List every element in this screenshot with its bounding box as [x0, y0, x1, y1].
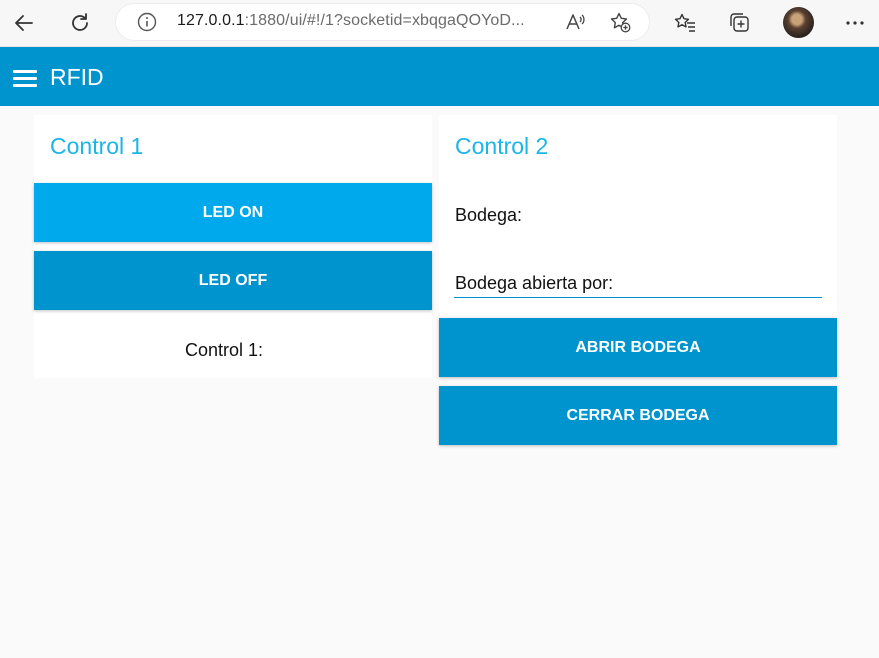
info-icon[interactable]: [137, 12, 157, 32]
profile-avatar[interactable]: [783, 7, 814, 38]
control-2-title: Control 2: [455, 133, 549, 159]
led-off-button[interactable]: LED OFF: [34, 251, 432, 310]
refresh-icon: [72, 13, 88, 31]
page-title: RFID: [50, 64, 104, 90]
browser-toolbar: 127.0.0.1:1880/ui/#!/1?socketid=xbqgaQOY…: [0, 0, 879, 47]
control-1-title: Control 1: [50, 133, 144, 159]
url-text[interactable]: 127.0.0.1:1880/ui/#!/1?socketid=xbqgaQOY…: [177, 12, 525, 30]
bodega-opened-by-text: Bodega abierta por:: [455, 273, 614, 293]
url-host: 127.0.0.1: [177, 12, 245, 29]
app-header: RFID: [0, 47, 879, 106]
url-path: :1880/ui/#!/1?socketid=xbqgaQOYoD...: [244, 12, 525, 29]
read-aloud-icon[interactable]: [564, 11, 586, 33]
collections-icon[interactable]: [728, 11, 752, 35]
close-bodega-button[interactable]: CERRAR BODEGA: [439, 386, 837, 445]
back-arrow-icon: [15, 15, 33, 31]
bodega-status-text: Bodega:: [455, 205, 523, 225]
control-1-status-text: Control 1:: [185, 340, 264, 360]
led-on-button[interactable]: LED ON: [34, 183, 432, 242]
opened-by-underline: [454, 297, 822, 298]
menu-icon[interactable]: [13, 70, 37, 87]
refresh-button[interactable]: [62, 6, 98, 40]
more-options-icon[interactable]: [843, 11, 867, 35]
favorites-icon[interactable]: [673, 11, 697, 35]
address-bar[interactable]: 127.0.0.1:1880/ui/#!/1?socketid=xbqgaQOY…: [115, 3, 650, 41]
back-button[interactable]: [6, 6, 42, 40]
open-bodega-button[interactable]: ABRIR BODEGA: [439, 318, 837, 377]
control-1-card: Control 1: [34, 115, 432, 378]
add-favorite-icon[interactable]: [609, 11, 631, 33]
